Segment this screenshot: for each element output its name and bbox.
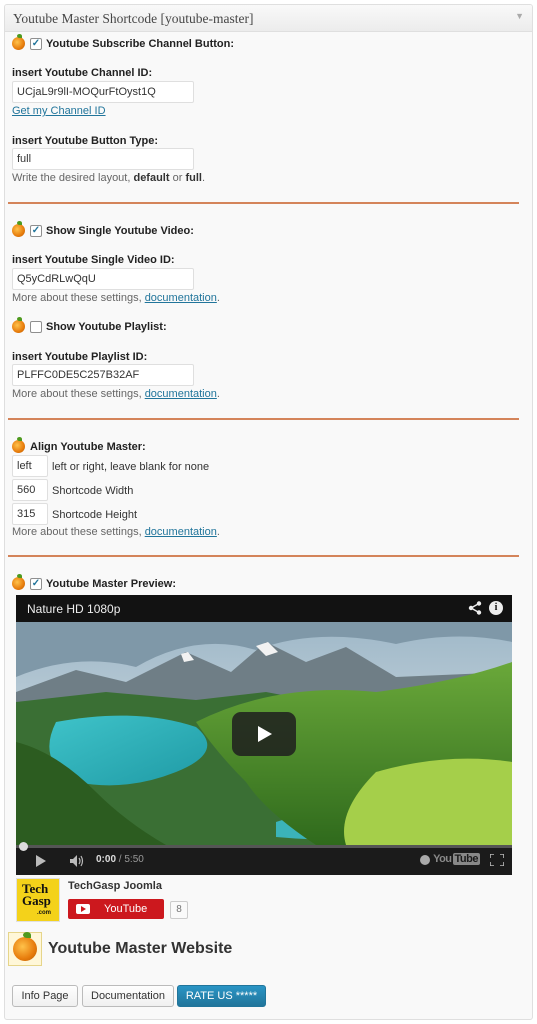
play-button[interactable]: [232, 712, 296, 756]
align-title-text: Align Youtube Master:: [30, 440, 146, 453]
section-divider: [8, 555, 519, 557]
youtube-video-player[interactable]: Nature HD 1080p i 0:00 / 5:50 You Tube: [16, 595, 512, 875]
single-video-help: More about these settings, documentation…: [12, 292, 220, 304]
single-video-id-input[interactable]: Q5yCdRLwQqU: [12, 268, 194, 290]
section-divider: [8, 418, 519, 420]
playlist-id-input[interactable]: PLFFC0DE5C257B32AF: [12, 364, 194, 386]
share-icon[interactable]: [468, 601, 482, 615]
subscribe-button-label: YouTube: [104, 903, 148, 915]
time-duration: 5:50: [124, 854, 144, 865]
avatar-line2: Gasp: [22, 893, 51, 908]
width-input[interactable]: 560: [12, 479, 48, 501]
button-type-label: insert Youtube Button Type:: [12, 135, 159, 147]
volume-icon[interactable]: [70, 855, 84, 867]
documentation-link[interactable]: documentation: [145, 388, 217, 400]
video-title-bar: Nature HD 1080p i: [16, 595, 512, 622]
documentation-button[interactable]: Documentation: [82, 985, 174, 1007]
progress-scrubber[interactable]: [19, 842, 28, 851]
orange-fruit-icon: [12, 317, 25, 333]
info-page-button[interactable]: Info Page: [12, 985, 78, 1007]
video-controls: 0:00 / 5:50 You Tube: [16, 842, 512, 875]
website-title: Youtube Master Website: [48, 940, 233, 957]
channel-avatar[interactable]: Tech Gasp .com: [16, 878, 60, 922]
time-current: 0:00: [96, 854, 117, 865]
get-channel-id-link[interactable]: Get my Channel ID: [12, 105, 106, 117]
website-logo: [8, 932, 42, 966]
youtube-subscribe-button[interactable]: YouTube: [68, 899, 164, 919]
help-full: full: [185, 172, 202, 184]
channel-id-label: insert Youtube Channel ID:: [12, 67, 153, 79]
youtube-logo-icon[interactable]: You Tube: [433, 853, 480, 865]
section-divider: [8, 202, 519, 204]
single-video-checkbox[interactable]: ✓: [30, 224, 42, 237]
button-type-input[interactable]: full: [12, 148, 194, 170]
height-input[interactable]: 315: [12, 503, 48, 525]
orange-fruit-icon: [12, 221, 25, 237]
orange-fruit-icon: [12, 574, 25, 590]
playlist-id-label: insert Youtube Playlist ID:: [12, 351, 148, 363]
align-label: left or right, leave blank for none: [52, 461, 210, 473]
align-input[interactable]: left: [12, 455, 48, 477]
control-play-icon[interactable]: [36, 855, 46, 867]
single-video-title-text: Show Single Youtube Video:: [46, 224, 194, 237]
video-title[interactable]: Nature HD 1080p: [27, 602, 120, 616]
height-label: Shortcode Height: [52, 509, 137, 521]
subscribe-section-title: ✓ Youtube Subscribe Channel Button:: [12, 34, 235, 50]
avatar-line3: .com: [36, 910, 51, 916]
button-type-help: Write the desired layout, default or ful…: [12, 172, 205, 184]
subscribe-title-text: Youtube Subscribe Channel Button:: [46, 37, 235, 50]
collapse-arrow-icon[interactable]: ▼: [515, 11, 524, 21]
preview-section-title: ✓ Youtube Master Preview:: [12, 574, 176, 590]
help-default: default: [133, 172, 170, 184]
info-icon[interactable]: i: [489, 601, 503, 615]
documentation-link[interactable]: documentation: [145, 292, 217, 304]
orange-fruit-icon: [12, 437, 25, 453]
rate-us-button[interactable]: RATE US *****: [177, 985, 266, 1007]
youtube-play-icon: [76, 904, 90, 914]
subscribe-checkbox[interactable]: ✓: [30, 37, 42, 50]
width-label: Shortcode Width: [52, 485, 134, 497]
channel-name[interactable]: TechGasp Joomla: [68, 880, 162, 892]
progress-bar[interactable]: [16, 842, 512, 851]
preview-title-text: Youtube Master Preview:: [46, 577, 176, 590]
playlist-checkbox[interactable]: [30, 320, 42, 333]
playlist-section-title: Show Youtube Playlist:: [12, 317, 167, 333]
widget-header[interactable]: Youtube Master Shortcode [youtube-master…: [5, 5, 532, 32]
widget-title: Youtube Master Shortcode [youtube-master…: [13, 11, 254, 26]
orange-fruit-icon: [12, 34, 25, 50]
subscriber-count: 8: [170, 901, 188, 919]
align-help: More about these settings, documentation…: [12, 526, 220, 538]
orange-fruit-icon: [13, 932, 37, 961]
watch-later-icon[interactable]: [420, 855, 430, 865]
preview-checkbox[interactable]: ✓: [30, 577, 42, 590]
align-section-title: Align Youtube Master:: [12, 437, 146, 453]
playlist-title-text: Show Youtube Playlist:: [46, 320, 167, 333]
fullscreen-icon[interactable]: [490, 854, 504, 866]
single-video-section-title: ✓ Show Single Youtube Video:: [12, 221, 194, 237]
documentation-link[interactable]: documentation: [145, 526, 217, 538]
single-video-id-label: insert Youtube Single Video ID:: [12, 254, 175, 266]
channel-id-input[interactable]: UCjaL9r9lI-MOQurFtOyst1Q: [12, 81, 194, 103]
playlist-help: More about these settings, documentation…: [12, 388, 220, 400]
video-time: 0:00 / 5:50: [96, 854, 144, 865]
